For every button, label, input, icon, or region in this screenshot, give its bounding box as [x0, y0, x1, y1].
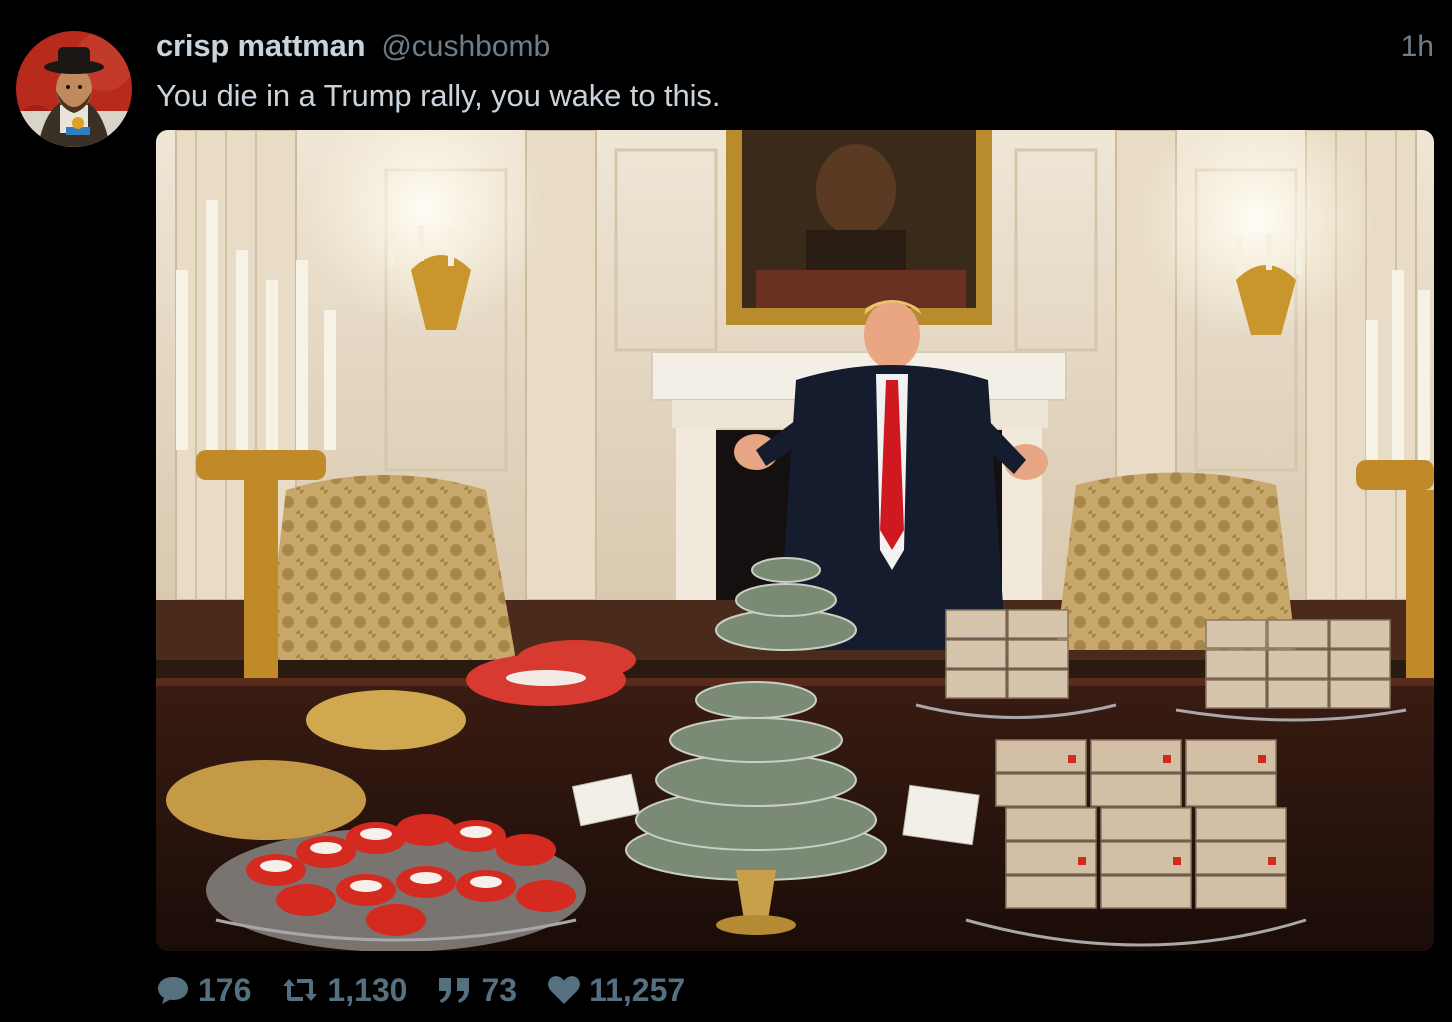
- user-handle[interactable]: @cushbomb: [381, 30, 550, 64]
- tweet-actions: 176 1,130 73 11,257: [156, 968, 715, 1012]
- tweet-card[interactable]: crisp mattman @cushbomb 1h You die in a …: [0, 0, 1452, 1022]
- like-count: 11,257: [589, 971, 686, 1008]
- timestamp[interactable]: 1h: [1401, 30, 1434, 64]
- retweet-count: 1,130: [327, 971, 408, 1008]
- reply-action[interactable]: 176: [156, 972, 251, 1009]
- tweet-header: crisp mattman @cushbomb 1h: [156, 28, 1434, 68]
- avatar[interactable]: [16, 31, 132, 147]
- heart-icon: [547, 975, 581, 1005]
- display-name[interactable]: crisp mattman: [156, 28, 366, 64]
- tweet-text: You die in a Trump rally, you wake to th…: [156, 78, 721, 113]
- quote-icon: [437, 976, 473, 1004]
- quote-action[interactable]: 73: [437, 972, 517, 1009]
- avatar-portrait-icon: [16, 31, 132, 147]
- photo-scene: [156, 130, 1434, 951]
- tweet-photo[interactable]: [156, 130, 1434, 951]
- reply-count: 176: [198, 971, 252, 1008]
- quote-count: 73: [481, 971, 518, 1008]
- like-action[interactable]: 11,257: [547, 972, 685, 1009]
- retweet-icon: [281, 976, 319, 1004]
- reply-icon: [156, 975, 190, 1005]
- retweet-action[interactable]: 1,130: [281, 972, 407, 1009]
